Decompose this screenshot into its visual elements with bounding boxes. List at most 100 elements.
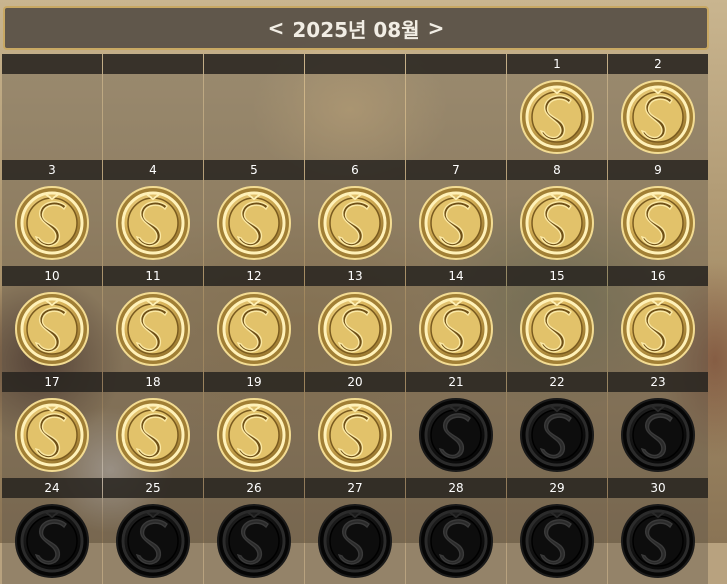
day-number: 18 xyxy=(103,372,203,392)
day-number: 14 xyxy=(406,266,506,286)
calendar-grid: 1 2 3 4 5 6 7 8 9 10 11 12 13 14 15 16 17 18 19 20 21 22 23 24 2… xyxy=(2,54,709,584)
black-s-coin-icon xyxy=(317,503,393,579)
calendar-day-cell[interactable]: 22 xyxy=(507,372,607,478)
calendar-day-cell[interactable]: 12 xyxy=(204,266,304,372)
day-number: 26 xyxy=(204,478,304,498)
calendar-day-cell[interactable]: 6 xyxy=(305,160,405,266)
day-body xyxy=(305,498,405,584)
calendar-day-cell[interactable]: 2 xyxy=(608,54,708,160)
day-body xyxy=(2,498,102,584)
day-number: 1 xyxy=(507,54,607,74)
month-header: < 2025년 08월 > xyxy=(3,6,709,50)
day-body xyxy=(406,180,506,266)
gold-s-coin-icon xyxy=(519,79,595,155)
black-s-coin-icon xyxy=(418,397,494,473)
gold-s-coin-icon xyxy=(14,291,90,367)
calendar-day-cell[interactable]: 7 xyxy=(406,160,506,266)
day-body xyxy=(507,392,607,478)
black-s-coin-icon xyxy=(14,503,90,579)
day-number: 3 xyxy=(2,160,102,180)
day-number xyxy=(2,54,102,74)
calendar-day-cell[interactable]: 25 xyxy=(103,478,203,584)
day-number: 29 xyxy=(507,478,607,498)
day-number xyxy=(204,54,304,74)
calendar-day-cell[interactable]: 26 xyxy=(204,478,304,584)
day-number: 24 xyxy=(2,478,102,498)
prev-month-button[interactable]: < xyxy=(268,16,285,40)
day-number xyxy=(305,54,405,74)
calendar-day-cell[interactable]: 15 xyxy=(507,266,607,372)
calendar-empty-cell xyxy=(2,54,102,160)
calendar-day-cell[interactable]: 18 xyxy=(103,372,203,478)
day-number: 12 xyxy=(204,266,304,286)
day-number: 2 xyxy=(608,54,708,74)
gold-s-coin-icon xyxy=(14,185,90,261)
calendar-empty-cell xyxy=(103,54,203,160)
gold-s-coin-icon xyxy=(216,397,292,473)
day-number: 13 xyxy=(305,266,405,286)
calendar-day-cell[interactable]: 9 xyxy=(608,160,708,266)
attendance-calendar: < 2025년 08월 > 1 2 3 4 5 6 7 8 9 10 11 12 13 14 15 16 17 1… xyxy=(0,0,727,584)
day-number: 11 xyxy=(103,266,203,286)
calendar-day-cell[interactable]: 8 xyxy=(507,160,607,266)
gold-s-coin-icon xyxy=(418,185,494,261)
calendar-day-cell[interactable]: 1 xyxy=(507,54,607,160)
gold-s-coin-icon xyxy=(115,291,191,367)
day-body xyxy=(608,392,708,478)
calendar-day-cell[interactable]: 28 xyxy=(406,478,506,584)
day-body xyxy=(406,392,506,478)
calendar-day-cell[interactable]: 4 xyxy=(103,160,203,266)
day-body xyxy=(204,74,304,160)
day-body xyxy=(608,74,708,160)
day-number: 23 xyxy=(608,372,708,392)
black-s-coin-icon xyxy=(519,503,595,579)
day-body xyxy=(406,286,506,372)
calendar-day-cell[interactable]: 16 xyxy=(608,266,708,372)
gold-s-coin-icon xyxy=(14,397,90,473)
day-body xyxy=(305,180,405,266)
black-s-coin-icon xyxy=(620,503,696,579)
day-number: 21 xyxy=(406,372,506,392)
calendar-day-cell[interactable]: 14 xyxy=(406,266,506,372)
calendar-day-cell[interactable]: 10 xyxy=(2,266,102,372)
next-month-button[interactable]: > xyxy=(428,16,445,40)
calendar-empty-cell xyxy=(406,54,506,160)
gold-s-coin-icon xyxy=(317,291,393,367)
calendar-day-cell[interactable]: 17 xyxy=(2,372,102,478)
day-number: 28 xyxy=(406,478,506,498)
calendar-day-cell[interactable]: 23 xyxy=(608,372,708,478)
day-body xyxy=(2,180,102,266)
day-body xyxy=(204,180,304,266)
black-s-coin-icon xyxy=(115,503,191,579)
day-number: 17 xyxy=(2,372,102,392)
calendar-day-cell[interactable]: 13 xyxy=(305,266,405,372)
day-body xyxy=(204,392,304,478)
calendar-day-cell[interactable]: 29 xyxy=(507,478,607,584)
calendar-empty-cell xyxy=(305,54,405,160)
day-body xyxy=(103,180,203,266)
calendar-day-cell[interactable]: 11 xyxy=(103,266,203,372)
day-body xyxy=(2,286,102,372)
day-number: 27 xyxy=(305,478,405,498)
gold-s-coin-icon xyxy=(115,185,191,261)
day-body xyxy=(507,498,607,584)
calendar-day-cell[interactable]: 30 xyxy=(608,478,708,584)
day-number: 15 xyxy=(507,266,607,286)
black-s-coin-icon xyxy=(216,503,292,579)
day-body xyxy=(305,74,405,160)
day-body xyxy=(204,498,304,584)
day-body xyxy=(103,392,203,478)
day-body xyxy=(103,286,203,372)
calendar-day-cell[interactable]: 5 xyxy=(204,160,304,266)
gold-s-coin-icon xyxy=(620,79,696,155)
calendar-day-cell[interactable]: 19 xyxy=(204,372,304,478)
gold-s-coin-icon xyxy=(519,291,595,367)
calendar-day-cell[interactable]: 3 xyxy=(2,160,102,266)
calendar-day-cell[interactable]: 27 xyxy=(305,478,405,584)
gold-s-coin-icon xyxy=(620,185,696,261)
calendar-day-cell[interactable]: 21 xyxy=(406,372,506,478)
day-number: 8 xyxy=(507,160,607,180)
calendar-day-cell[interactable]: 24 xyxy=(2,478,102,584)
gold-s-coin-icon xyxy=(216,185,292,261)
calendar-day-cell[interactable]: 20 xyxy=(305,372,405,478)
